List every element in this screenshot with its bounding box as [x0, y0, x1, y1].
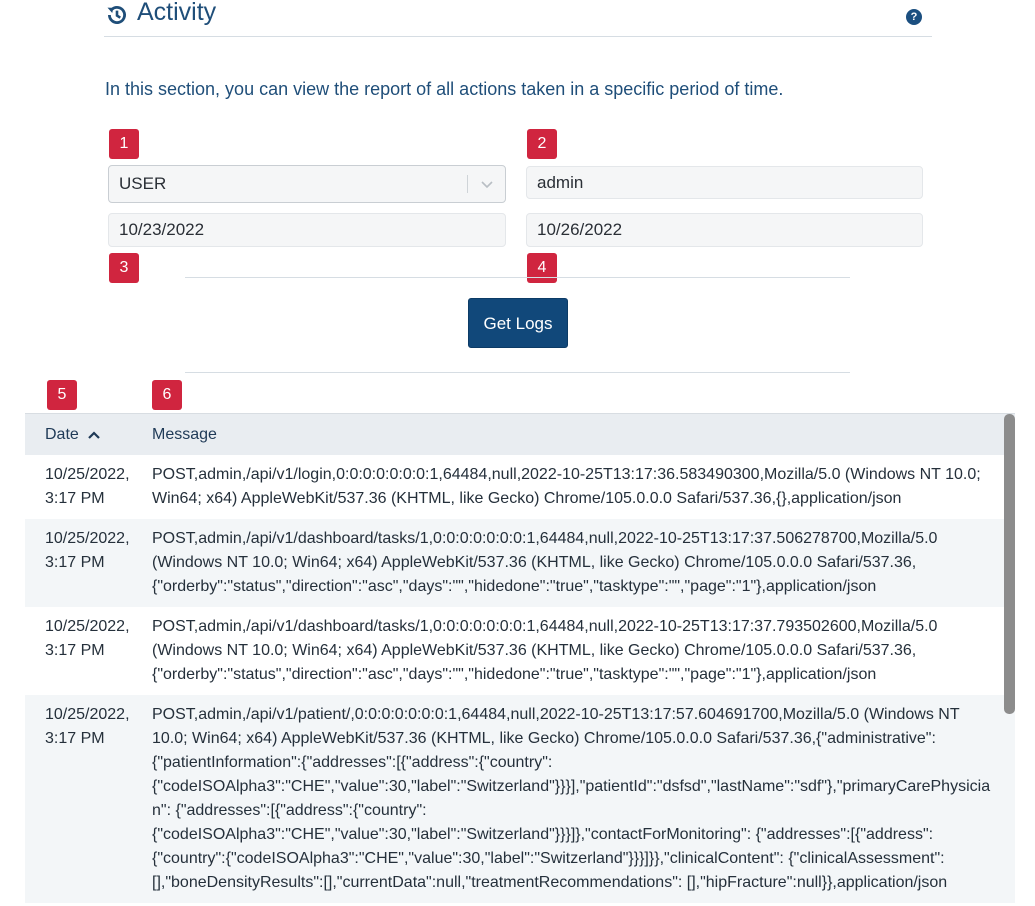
page-header: Activity ? [104, 0, 932, 37]
type-select-value: USER [119, 174, 167, 193]
table-row: 10/25/2022, 3:17 PM POST,admin,/api/v1/d… [25, 519, 1015, 607]
sort-ascending-icon[interactable] [87, 430, 101, 440]
column-header-date[interactable]: Date [45, 426, 101, 444]
step-badge-1: 1 [109, 129, 139, 159]
help-icon[interactable]: ? [906, 9, 922, 25]
table-scrollbar[interactable] [1004, 414, 1015, 714]
chevron-down-icon [481, 181, 493, 189]
divider-top [185, 277, 850, 278]
row-date: 10/25/2022, 3:17 PM [45, 618, 130, 659]
row-message: POST,admin,/api/v1/dashboard/tasks/1,0:0… [152, 530, 938, 595]
from-date-field[interactable]: 10/23/2022 [108, 213, 506, 247]
step-badge-3: 3 [109, 253, 139, 283]
row-message: POST,admin,/api/v1/login,0:0:0:0:0:0:0:1… [152, 466, 981, 507]
table-row: 10/25/2022, 3:17 PM POST,admin,/api/v1/d… [25, 607, 1015, 695]
column-header-message[interactable]: Message [152, 426, 217, 444]
row-date: 10/25/2022, 3:17 PM [45, 466, 130, 507]
table-row: 10/25/2022, 3:17 PM POST,admin,/api/v1/l… [25, 455, 1015, 519]
to-date-field[interactable]: 10/26/2022 [526, 213, 923, 247]
user-field[interactable]: admin [526, 166, 923, 199]
history-icon [107, 6, 126, 24]
select-separator [467, 175, 468, 193]
step-badge-2: 2 [527, 129, 557, 159]
row-message: POST,admin,/api/v1/patient/,0:0:0:0:0:0:… [152, 706, 991, 891]
step-badge-5: 5 [47, 380, 77, 410]
logs-table: Date Message 10/25/2022, 3:17 PM POST,ad… [25, 413, 1015, 906]
divider-bottom [185, 372, 850, 373]
table-header: Date Message [25, 414, 1015, 455]
row-date: 10/25/2022, 3:17 PM [45, 706, 130, 747]
table-row: 10/25/2022, 3:17 PM POST,admin,/api/v1/p… [25, 695, 1015, 903]
step-badge-4: 4 [527, 253, 557, 283]
row-date: 10/25/2022, 3:17 PM [45, 530, 130, 571]
step-badge-6: 6 [152, 380, 182, 410]
get-logs-button[interactable]: Get Logs [468, 298, 568, 348]
type-select[interactable]: USER [108, 165, 506, 203]
intro-text: In this section, you can view the report… [105, 79, 784, 99]
row-message: POST,admin,/api/v1/dashboard/tasks/1,0:0… [152, 618, 938, 683]
column-header-date-label: Date [45, 426, 79, 443]
page-title: Activity [137, 0, 217, 26]
